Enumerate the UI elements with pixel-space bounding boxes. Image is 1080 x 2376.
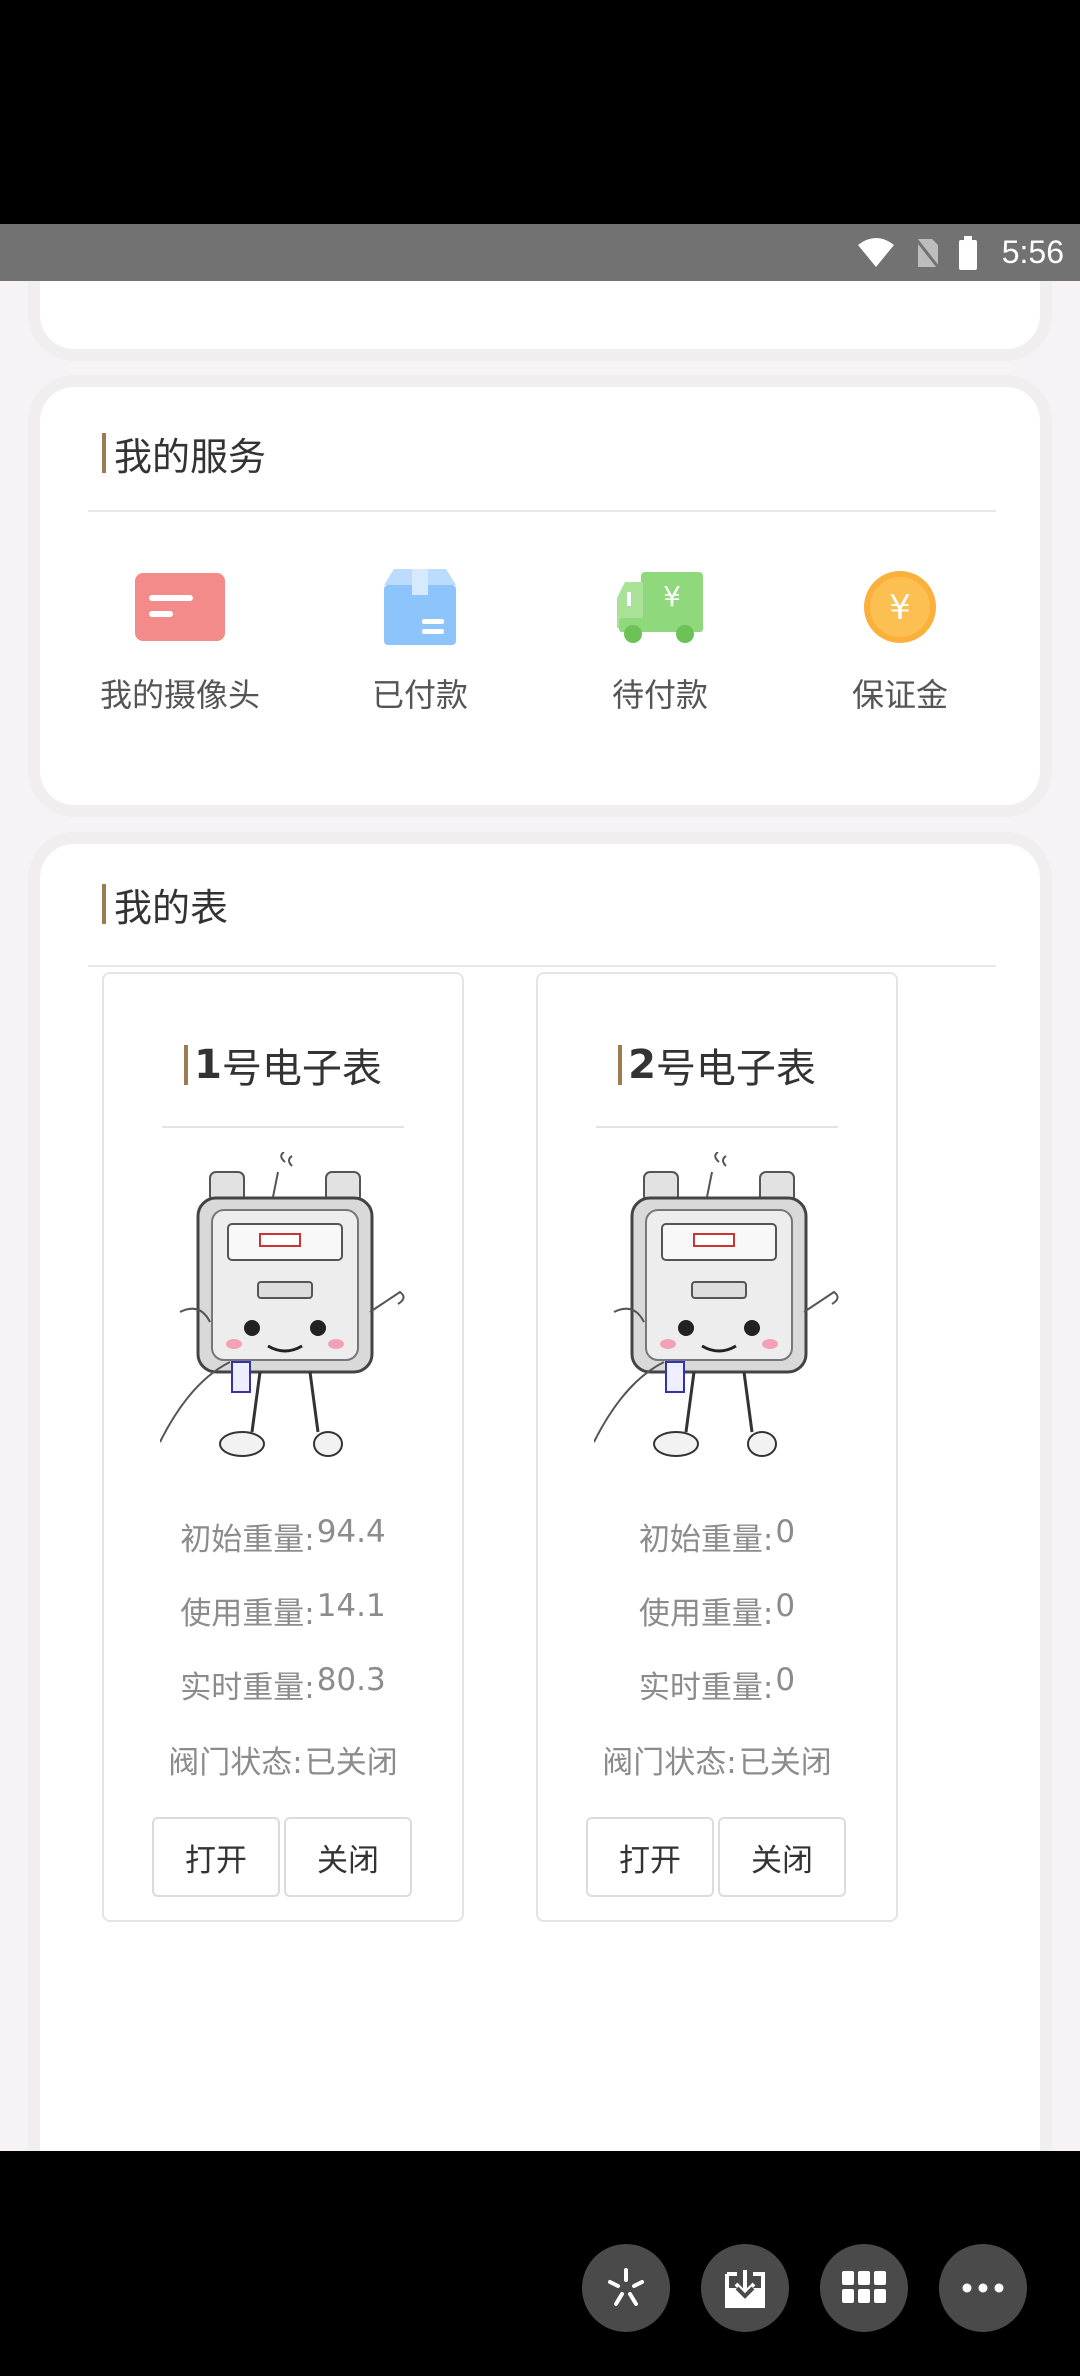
meter-divider <box>596 1126 838 1128</box>
valve-controls: 打开 关闭 <box>586 1817 846 1897</box>
bottom-toolbar <box>0 2151 1080 2376</box>
service-label: 保证金 <box>851 676 948 714</box>
more-icon <box>962 2283 1004 2293</box>
truck-yuan-icon: ¥ <box>617 572 703 643</box>
yuan-coin-icon: ¥ <box>864 571 936 643</box>
previous-card <box>40 281 1040 349</box>
grid-icon <box>842 2271 886 2303</box>
service-label: 已付款 <box>371 676 468 714</box>
meters-title: 我的表 <box>102 874 228 934</box>
service-camera[interactable]: 我的摄像头 <box>80 562 280 716</box>
no-sim-icon <box>914 237 939 268</box>
realtime-weight: 实时重量: 80.3 <box>180 1662 386 1706</box>
card-icon <box>135 573 225 641</box>
service-label: 我的摄像头 <box>99 676 260 714</box>
services-divider <box>88 510 996 512</box>
meter-card-2[interactable]: 2 号电子表 初始重量: 0 使用重量: 0 实时重量: 0 阀门状态: 已关闭… <box>536 972 898 1922</box>
service-label: 待付款 <box>611 676 708 714</box>
valve-controls: 打开 关闭 <box>152 1817 412 1897</box>
initial-weight: 初始重量: 0 <box>638 1514 796 1558</box>
status-bar: 5:56 <box>0 224 1080 281</box>
download-icon <box>725 2270 765 2308</box>
services-title: 我的服务 <box>102 423 266 483</box>
realtime-weight: 实时重量: 0 <box>638 1662 796 1706</box>
close-valve-button[interactable]: 关闭 <box>284 1817 412 1897</box>
valve-status: 阀门状态: 已关闭 <box>168 1745 398 1781</box>
svg-text:¥: ¥ <box>889 588 911 628</box>
meter-title: 2 号电子表 <box>538 1036 896 1094</box>
used-weight: 使用重量: 0 <box>638 1588 796 1632</box>
service-paid[interactable]: 已付款 <box>320 562 520 716</box>
battery-icon <box>958 235 977 270</box>
close-valve-button[interactable]: 关闭 <box>718 1817 846 1897</box>
service-deposit[interactable]: ¥ 保证金 <box>800 562 1000 716</box>
wifi-icon <box>857 237 894 267</box>
meter-card-1[interactable]: 1 号电子表 初始重量: 94.4 使用重量: 14.1 实时重量: 80.3 … <box>102 972 464 1922</box>
meter-name: 号电子表 <box>221 1046 382 1092</box>
open-valve-button[interactable]: 打开 <box>586 1817 714 1897</box>
more-button[interactable] <box>939 2244 1027 2332</box>
meter-number: 1 <box>194 1042 222 1088</box>
services-card: 我的服务 我的摄像头 已付款 ¥ 待付款 ¥ 保证金 <box>40 387 1040 805</box>
meters-divider <box>88 965 996 967</box>
sparkle-icon <box>608 2268 644 2306</box>
download-button[interactable] <box>701 2244 789 2332</box>
service-unpaid[interactable]: ¥ 待付款 <box>560 562 760 716</box>
main-content[interactable]: 我的服务 我的摄像头 已付款 ¥ 待付款 ¥ 保证金 我的表 1 号电子表 初始… <box>0 281 1080 2151</box>
open-valve-button[interactable]: 打开 <box>152 1817 280 1897</box>
meters-card: 我的表 1 号电子表 初始重量: 94.4 使用重量: 14.1 实时重量: 8… <box>40 844 1040 2151</box>
box-icon <box>384 569 456 645</box>
used-weight: 使用重量: 14.1 <box>180 1588 386 1632</box>
initial-weight: 初始重量: 94.4 <box>180 1514 386 1558</box>
gas-meter-mascot-image <box>594 1152 839 1457</box>
meter-number: 2 <box>628 1042 656 1088</box>
sparkle-button[interactable] <box>582 2244 670 2332</box>
valve-status: 阀门状态: 已关闭 <box>602 1745 832 1781</box>
meter-name: 号电子表 <box>655 1046 816 1092</box>
svg-text:¥: ¥ <box>663 580 681 613</box>
meter-divider <box>162 1126 404 1128</box>
meter-title: 1 号电子表 <box>104 1036 462 1094</box>
status-time: 5:56 <box>1001 234 1064 270</box>
gas-meter-mascot-image <box>160 1152 405 1457</box>
apps-button[interactable] <box>820 2244 908 2332</box>
